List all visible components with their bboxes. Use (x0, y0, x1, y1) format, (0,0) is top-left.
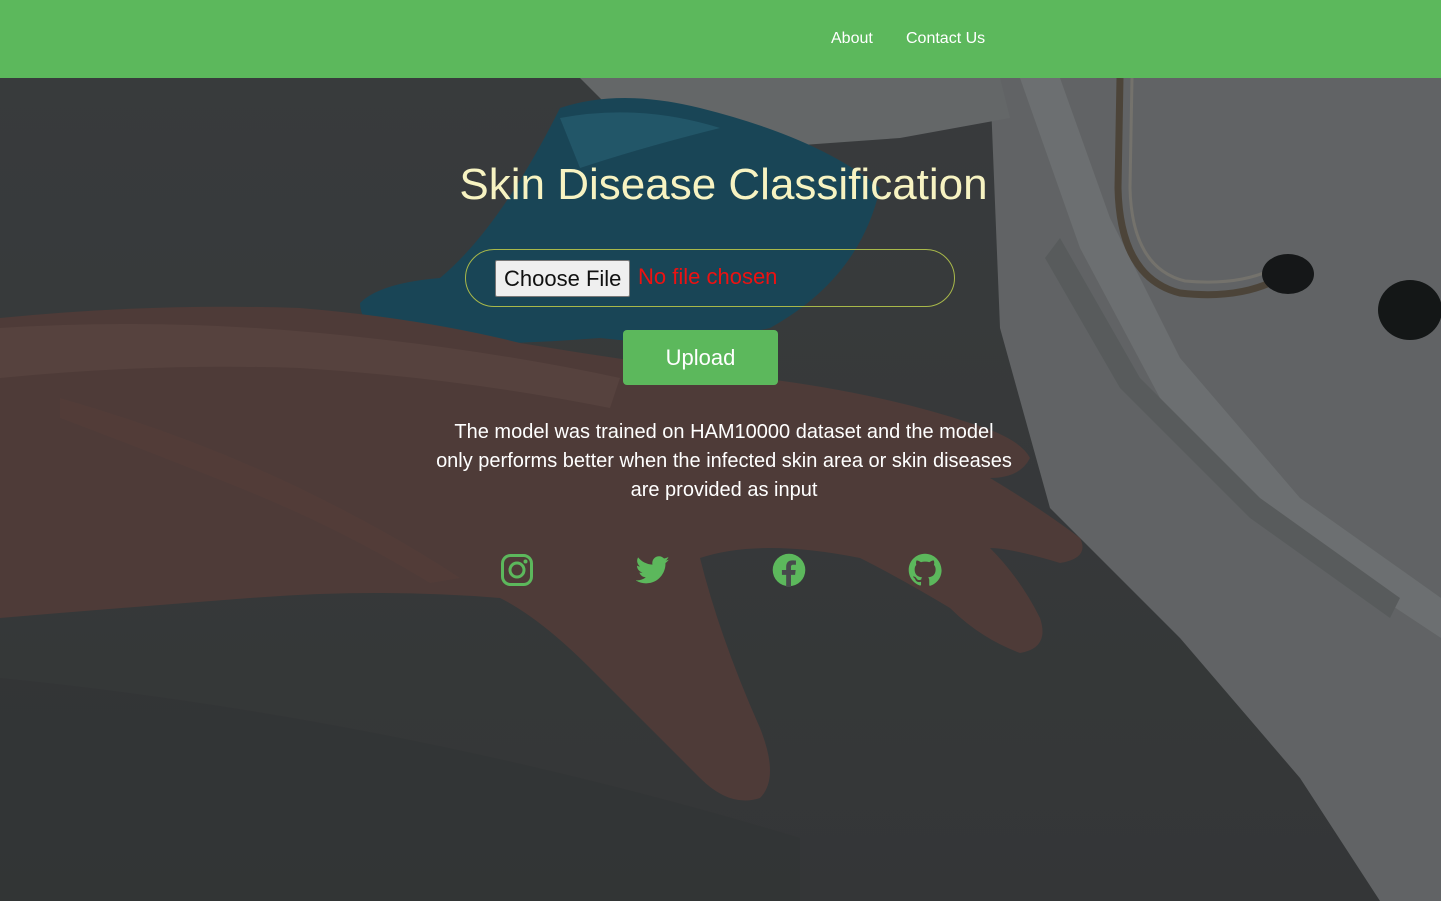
github-icon[interactable] (908, 553, 942, 587)
page-title: Skin Disease Classification (459, 160, 988, 209)
choose-file-button[interactable]: Choose File (495, 260, 631, 297)
upload-button[interactable]: Upload (623, 330, 778, 385)
nav-link-contact-us[interactable]: Contact Us (906, 30, 985, 48)
model-description: The model was trained on HAM10000 datase… (436, 421, 1012, 501)
file-input-wrapper: Choose File No file chosen (465, 249, 955, 307)
facebook-icon[interactable] (772, 553, 806, 587)
nav-link-about[interactable]: About (831, 30, 873, 48)
instagram-icon[interactable] (500, 553, 534, 587)
twitter-icon[interactable] (636, 553, 670, 587)
navbar: About Contact Us (0, 0, 1441, 78)
file-status-text: No file chosen (638, 264, 778, 289)
page: About Contact Us Skin Disease Classifica… (0, 0, 1441, 901)
